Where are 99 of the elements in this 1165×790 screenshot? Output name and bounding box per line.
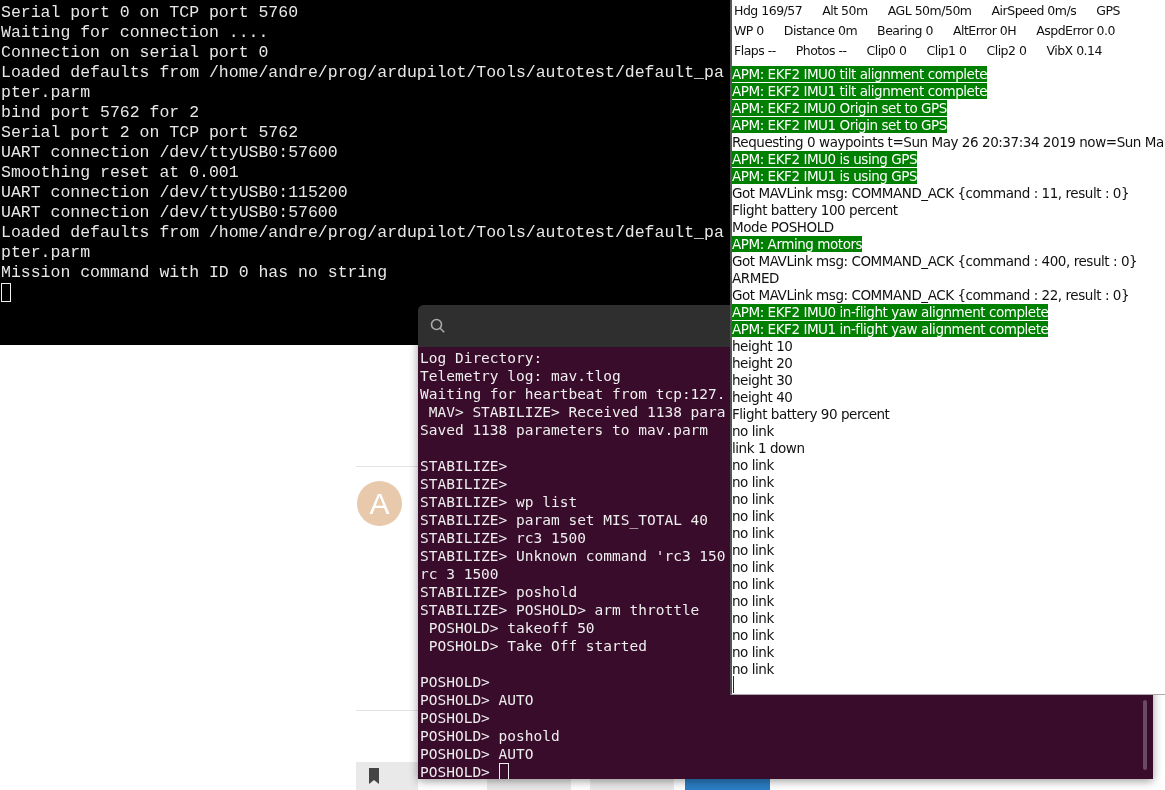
terminal-line: POSHOLD> poshold — [420, 728, 560, 744]
log-message: Mode POSHOLD — [732, 219, 834, 235]
terminal-line: POSHOLD> — [420, 710, 490, 726]
terminal-line: STABILIZE> poshold — [420, 584, 578, 600]
terminal-line: STABILIZE> POSHOLD> arm throttle — [420, 602, 700, 618]
highlighted-message: APM: EKF2 IMU1 is using GPS — [732, 168, 918, 184]
status-item: Alt 50m — [822, 2, 868, 18]
terminal-line: POSHOLD> takeoff 50 — [427, 620, 595, 636]
log-message: no link — [732, 559, 774, 575]
log-message: Flight battery 100 percent — [732, 202, 898, 218]
terminal-line: STABILIZE> rc3 1500 — [420, 530, 586, 546]
terminal-line: Waiting for connection .... — [0, 23, 270, 43]
status-item: Hdg 169/57 — [734, 2, 803, 18]
log-message: no link — [732, 542, 774, 558]
log-message: no link — [732, 661, 774, 677]
terminal-line: pter.parm — [0, 83, 92, 103]
terminal-line: pter.parm — [0, 243, 92, 263]
status-item: Photos -- — [795, 42, 847, 58]
terminal-line: POSHOLD> — [420, 763, 490, 779]
terminal-line: Serial port 0 on TCP port 5760 — [0, 3, 300, 23]
terminal-line: Smoothing reset at 0.001 — [0, 163, 240, 183]
terminal-line: rc 3 1500 — [420, 566, 499, 582]
log-message: no link — [732, 457, 774, 473]
highlighted-message: APM: EKF2 IMU1 in-flight yaw alignment complete — [732, 321, 1049, 337]
reply-button[interactable] — [685, 779, 770, 790]
log-message: height 20 — [732, 355, 793, 371]
terminal-line: Waiting for heartbeat from tcp:127. — [420, 386, 726, 402]
terminal-line: UART connection /dev/ttyUSB0:57600 — [0, 203, 339, 223]
status-item: AirSpeed 0m/s — [991, 2, 1077, 18]
terminal-line: MAV> STABILIZE> Received 1138 para — [427, 404, 726, 420]
status-item: GPS — [1096, 2, 1120, 18]
log-message: Requesting 0 waypoints t=Sun May 26 20:37:34 2019 now=Sun Ma — [732, 134, 1164, 150]
text-cursor — [1, 283, 11, 302]
log-message: no link — [732, 593, 774, 609]
terminal-line: Serial port 2 on TCP port 5762 — [0, 123, 300, 143]
log-message: height 40 — [732, 389, 793, 405]
terminal-line: STABILIZE> Unknown command 'rc3 150 — [420, 548, 726, 564]
terminal-line: Loaded defaults from /home/andre/prog/ardupilot/Tools/autotest/default_pa — [0, 223, 725, 243]
scrollbar[interactable] — [1143, 700, 1147, 770]
terminal-line: Log Directory: — [420, 350, 543, 366]
log-message: no link — [732, 474, 774, 490]
log-message: ARMED — [732, 270, 779, 286]
terminal-line: UART connection /dev/ttyUSB0:57600 — [0, 143, 339, 163]
terminal-line: Telemetry log: mav.tlog — [420, 368, 621, 384]
text-cursor — [733, 676, 734, 693]
log-message: no link — [732, 644, 774, 660]
log-message: link 1 down — [732, 440, 805, 456]
log-message: Got MAVLink msg: COMMAND_ACK {command : 11, result : 0} — [732, 185, 1130, 201]
status-item: AltError 0H — [952, 22, 1017, 38]
action-button[interactable] — [487, 779, 571, 790]
status-item: Distance 0m — [783, 22, 858, 38]
log-message: Got MAVLink msg: COMMAND_ACK {command : 22, result : 0} — [732, 287, 1130, 303]
terminal-line: UART connection /dev/ttyUSB0:115200 — [0, 183, 349, 203]
terminal-line: POSHOLD> AUTO — [420, 746, 534, 762]
text-cursor — [498, 762, 509, 779]
bookmark-button[interactable] — [356, 762, 418, 790]
status-item: Clip2 0 — [986, 42, 1027, 58]
status-item: VibX 0.14 — [1046, 42, 1102, 58]
log-message: no link — [732, 525, 774, 541]
terminal-line: STABILIZE> param set MIS_TOTAL 40 — [420, 512, 709, 528]
avatar: A — [357, 481, 402, 526]
terminal-line: POSHOLD> — [420, 674, 490, 690]
log-message: no link — [732, 508, 774, 524]
highlighted-message: APM: EKF2 IMU0 tilt alignment complete — [732, 66, 988, 82]
log-message: Got MAVLink msg: COMMAND_ACK {command : 400, result : 0} — [732, 253, 1138, 269]
terminal-line: Saved 1138 parameters to mav.parm — [420, 422, 709, 438]
terminal-line: Connection on serial port 0 — [0, 43, 270, 63]
highlighted-message: APM: Arming motors — [732, 236, 863, 252]
highlighted-message: APM: EKF2 IMU1 Origin set to GPS — [732, 117, 947, 133]
terminal-line: Mission command with ID 0 has no string — [0, 263, 389, 283]
terminal-line: STABILIZE> wp list — [420, 494, 578, 510]
log-message: height 30 — [732, 372, 793, 388]
log-message: no link — [732, 491, 774, 507]
log-message: height 10 — [732, 338, 793, 354]
terminal-line: STABILIZE> — [420, 458, 508, 474]
highlighted-message: APM: EKF2 IMU0 is using GPS — [732, 151, 918, 167]
highlighted-message: APM: EKF2 IMU1 tilt alignment complete — [732, 83, 988, 99]
log-message: no link — [732, 423, 774, 439]
log-message: no link — [732, 576, 774, 592]
highlighted-message: APM: EKF2 IMU0 in-flight yaw alignment complete — [732, 304, 1049, 320]
terminal-line: STABILIZE> — [420, 476, 508, 492]
action-button[interactable] — [590, 779, 674, 790]
status-item: Flaps -- — [734, 42, 776, 58]
bookmark-icon — [368, 768, 380, 784]
status-item: AGL 50m/50m — [887, 2, 972, 18]
log-message: no link — [732, 610, 774, 626]
log-message: Flight battery 90 percent — [732, 406, 890, 422]
status-item: Bearing 0 — [877, 22, 933, 38]
status-item: Clip1 0 — [926, 42, 967, 58]
status-item: WP 0 — [734, 22, 764, 38]
terminal-line: POSHOLD> Take Off started — [427, 638, 647, 654]
terminal-line: bind port 5762 for 2 — [0, 103, 201, 123]
highlighted-message: APM: EKF2 IMU0 Origin set to GPS — [732, 100, 947, 116]
status-item: AspdError 0.0 — [1036, 22, 1115, 38]
status-item: Clip0 0 — [866, 42, 907, 58]
terminal-line: Loaded defaults from /home/andre/prog/ardupilot/Tools/autotest/default_pa — [0, 63, 725, 83]
log-message: no link — [732, 627, 774, 643]
search-icon[interactable] — [430, 318, 446, 334]
terminal-line: POSHOLD> AUTO — [420, 692, 534, 708]
